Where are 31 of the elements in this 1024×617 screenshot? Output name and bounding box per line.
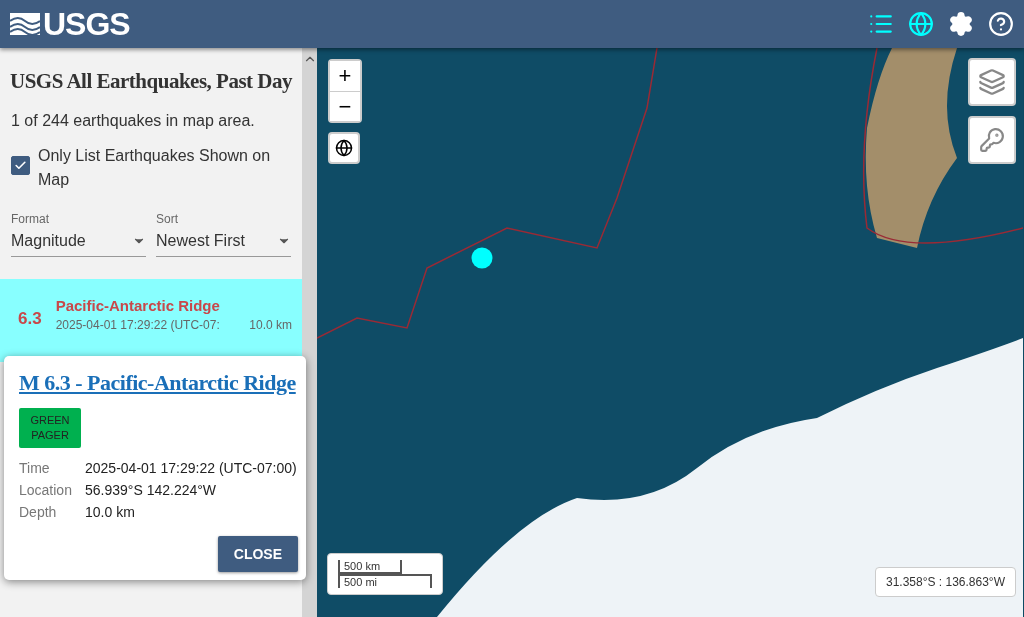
- detail-value: 10.0 km: [85, 504, 136, 520]
- checkbox-label: Only List Earthquakes Shown on Map: [38, 146, 272, 191]
- detail-label: Location: [19, 482, 73, 498]
- zoom-out-button[interactable]: −: [330, 91, 360, 121]
- pager-alert-badge[interactable]: GREEN PAGER: [19, 408, 81, 448]
- earthquake-count: 1 of 244 earthquakes in map area.: [11, 112, 256, 131]
- detail-label: Time: [19, 460, 51, 476]
- detail-label: Depth: [19, 504, 58, 520]
- close-button[interactable]: CLOSE: [217, 536, 298, 572]
- select-label: Sort: [156, 212, 179, 227]
- earthquake-title-link[interactable]: M 6.3 - Pacific-Antarctic Ridge: [19, 370, 298, 396]
- cursor-coordinates: 31.358°S : 136.863°W: [875, 567, 1016, 597]
- select-field[interactable]: Newest First: [156, 232, 291, 258]
- earthquake-marker-icon: [471, 247, 493, 269]
- list-title: USGS All Earthquakes, Past Day: [10, 68, 292, 95]
- help-icon[interactable]: [988, 11, 1014, 37]
- usgs-logo[interactable]: USGS: [10, 5, 130, 43]
- globe-icon[interactable]: [328, 132, 360, 164]
- checkbox[interactable]: [11, 156, 30, 176]
- settings-icon[interactable]: [948, 11, 974, 37]
- map-scale: 500 km 500 mi: [327, 553, 443, 595]
- select-label: Format: [11, 212, 50, 227]
- layers-icon[interactable]: [968, 58, 1016, 106]
- map-view[interactable]: + − 500 km 500 mi 31.358°S : 136.863°W: [317, 48, 1024, 617]
- detail-value: 2025-04-01 17:29:22 (UTC-07:00): [85, 460, 298, 476]
- map-icon[interactable]: [908, 11, 934, 37]
- key-icon[interactable]: [968, 116, 1016, 164]
- wave-logo-icon: [10, 11, 40, 37]
- earthquake-list-item[interactable]: 6.3 Pacific-Antarctic Ridge 2025-04-01 17:29:22 (UTC-07: 10.0 km: [0, 279, 302, 363]
- detail-value: 56.939°S 142.224°W: [85, 482, 218, 498]
- select-field[interactable]: Magnitude: [11, 232, 146, 258]
